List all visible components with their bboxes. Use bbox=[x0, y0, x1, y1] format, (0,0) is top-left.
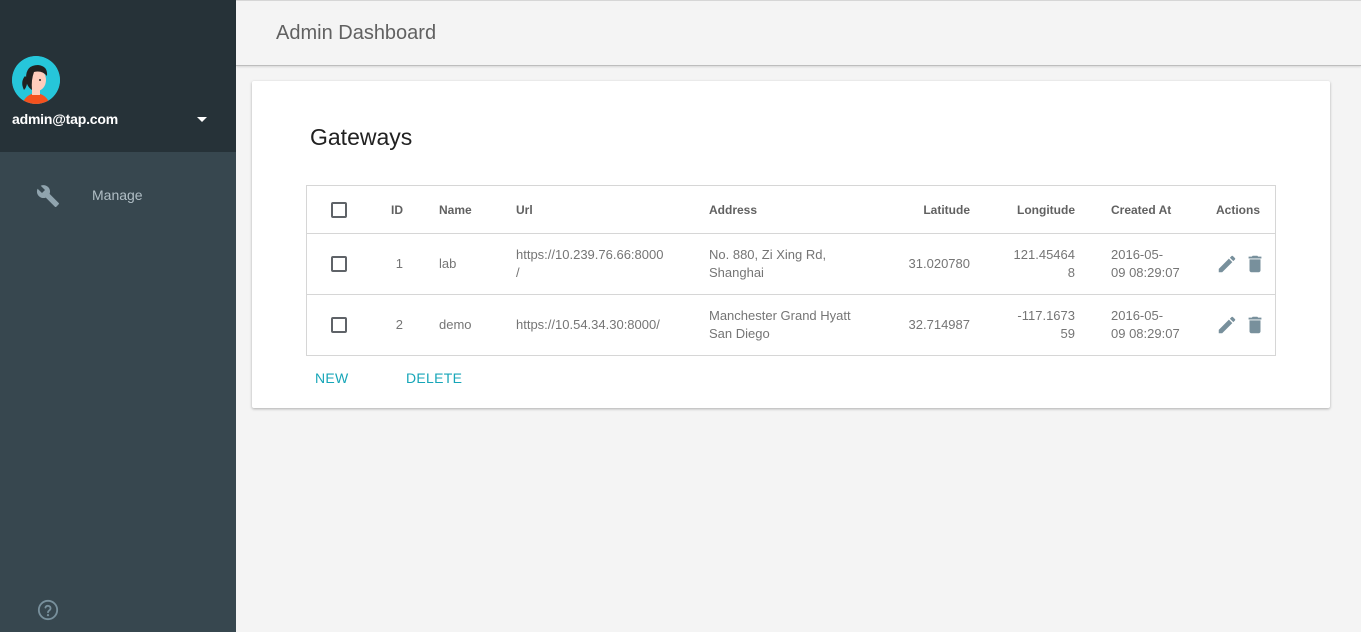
cell-url-line: https://10.54.34.30:8000/ bbox=[516, 317, 660, 332]
column-header-url: Url bbox=[516, 202, 533, 217]
cell-created-line: 2016-05- bbox=[1111, 247, 1164, 262]
delete-button[interactable]: DELETE bbox=[406, 370, 462, 386]
sidebar-item-label: Manage bbox=[92, 187, 143, 203]
column-header-id: ID bbox=[391, 202, 403, 217]
gateways-table: ID Name Url Address Latitude Longitude C… bbox=[306, 185, 1276, 356]
cell-url-line: / bbox=[516, 265, 520, 280]
select-all-checkbox[interactable] bbox=[331, 201, 347, 218]
cell-created-line: 2016-05- bbox=[1111, 308, 1164, 323]
user-email[interactable]: admin@tap.com bbox=[12, 111, 118, 127]
table-row: 2 demo https://10.54.34.30:8000/ Manches… bbox=[307, 295, 1275, 355]
table-row: 1 lab https://10.239.76.66:8000 / No. 880… bbox=[307, 234, 1275, 295]
cell-address-line: No. 880, Zi Xing Rd, bbox=[709, 247, 827, 262]
column-header-latitude: Latitude bbox=[923, 202, 970, 217]
cell-address-line: Manchester Grand Hyatt bbox=[709, 308, 851, 323]
row-checkbox[interactable] bbox=[331, 317, 347, 333]
cell-latitude: 32.714987 bbox=[908, 317, 970, 332]
cell-address: No. 880, Zi Xing Rd, Shanghai bbox=[709, 234, 869, 294]
cell-created-line: 09 08:29:07 bbox=[1111, 265, 1180, 280]
cell-actions bbox=[1216, 295, 1276, 355]
new-button[interactable]: NEW bbox=[315, 370, 349, 386]
table-header-row: ID Name Url Address Latitude Longitude C… bbox=[307, 186, 1275, 234]
delete-icon[interactable] bbox=[1244, 314, 1266, 336]
cell-url: https://10.54.34.30:8000/ bbox=[516, 295, 676, 355]
user-menu-dropdown-icon[interactable] bbox=[197, 117, 207, 122]
cell-longitude: 121.45464 8 bbox=[987, 234, 1075, 294]
cell-latitude: 31.020780 bbox=[908, 256, 970, 271]
cell-url: https://10.239.76.66:8000 / bbox=[516, 234, 676, 294]
card-title: Gateways bbox=[310, 124, 413, 150]
wrench-icon bbox=[36, 185, 59, 207]
cell-address-line: Shanghai bbox=[709, 265, 764, 280]
edit-icon[interactable] bbox=[1216, 314, 1238, 336]
sidebar-item-manage[interactable]: Manage bbox=[0, 170, 236, 218]
edit-icon[interactable] bbox=[1216, 253, 1238, 275]
column-header-address: Address bbox=[709, 202, 758, 217]
sidebar: admin@tap.com Manage bbox=[0, 0, 236, 632]
column-header-actions: Actions bbox=[1216, 202, 1261, 217]
cell-longitude-line: 8 bbox=[1067, 265, 1075, 280]
column-header-name: Name bbox=[439, 202, 472, 217]
help-icon[interactable] bbox=[37, 599, 59, 621]
cell-longitude: -117.1673 59 bbox=[987, 295, 1075, 355]
cell-id: 1 bbox=[395, 256, 403, 271]
avatar[interactable] bbox=[12, 56, 60, 104]
cell-address-line: San Diego bbox=[709, 326, 770, 341]
cell-url-line: https://10.239.76.66:8000 bbox=[516, 247, 664, 262]
top-app-bar: Admin Dashboard bbox=[236, 0, 1361, 66]
page-title: Admin Dashboard bbox=[276, 22, 437, 44]
cell-created-at: 2016-05- 09 08:29:07 bbox=[1111, 295, 1193, 355]
cell-longitude-line: 121.45464 bbox=[1013, 247, 1075, 262]
cell-name: lab bbox=[439, 256, 457, 271]
cell-longitude-line: 59 bbox=[1060, 326, 1075, 341]
cell-id: 2 bbox=[395, 317, 403, 332]
cell-created-line: 09 08:29:07 bbox=[1111, 326, 1180, 341]
cell-name: demo bbox=[439, 317, 472, 332]
cell-created-at: 2016-05- 09 08:29:07 bbox=[1111, 234, 1193, 294]
gateways-card: Gateways ID Name Url Address Latitude Lo… bbox=[252, 81, 1330, 408]
row-checkbox[interactable] bbox=[331, 256, 347, 272]
cell-actions bbox=[1216, 234, 1276, 294]
cell-address: Manchester Grand Hyatt San Diego bbox=[709, 295, 869, 355]
column-header-longitude: Longitude bbox=[1017, 202, 1075, 217]
cell-longitude-line: -117.1673 bbox=[1017, 308, 1075, 323]
user-panel: admin@tap.com bbox=[0, 0, 236, 152]
column-header-created-at: Created At bbox=[1111, 202, 1172, 217]
delete-icon[interactable] bbox=[1244, 253, 1266, 275]
